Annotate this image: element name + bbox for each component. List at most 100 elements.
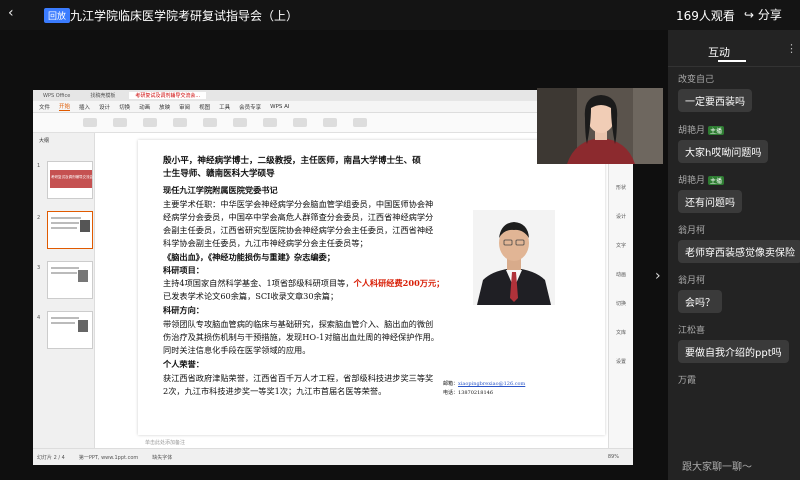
right-tool: 设计: [615, 214, 626, 220]
slide-thumb-4: [47, 311, 93, 349]
slide-text: 个人荣誉：: [163, 359, 204, 369]
more-icon[interactable]: ⋮: [786, 42, 797, 55]
slide-thumb-3: [47, 261, 93, 299]
toolbar-icon: [113, 118, 127, 127]
slide-text: 主要学术任职：中华医学会神经病学分会脑血管学组委员，中国医师协会神: [163, 199, 434, 209]
current-slide: 殷小平，神经病学博士，二级教授，主任医师，南昌大学博士生、硕 士生导师、赣南医科…: [138, 140, 605, 435]
wps-tab-active: 考研复试及调剂辅导交流会...: [129, 92, 207, 99]
slide-text: 带领团队专攻脑血管病的临床与基础研究，探索脑血管介入、脑出血的微创: [163, 319, 434, 329]
chat-message: 要做自我介绍的ppt吗: [678, 340, 789, 363]
expand-panel-arrow-icon[interactable]: ›: [655, 268, 661, 284]
slide-text: 已发表学术论文60余篇，SCI收录文章30余篇；: [163, 291, 339, 301]
page-title: 九江学院临床医学院考研复试指导会（上）: [70, 9, 299, 23]
toolbar-icon: [293, 118, 307, 127]
thumb-line: [51, 267, 79, 269]
slide-text-part: 主持4项国家自然科学基金、1项省部级科研项目等，: [163, 278, 354, 288]
right-tool: 文库: [615, 330, 626, 336]
wps-menu-item: 设计: [99, 104, 111, 111]
tab-interaction[interactable]: 互动: [708, 44, 730, 60]
right-tool: 切换: [615, 301, 626, 307]
slide-text: 获江西省政府津贴荣誉，江西省百千万人才工程，省部级科技进步奖三等奖: [163, 373, 434, 383]
chat-username: 翁月柯: [678, 276, 706, 286]
top-bar: ‹ 回放 九江学院临床医学院考研复试指导会（上） 169人观看 ↪ 分享: [0, 0, 800, 30]
wps-menu-item: 会员专享: [239, 104, 262, 111]
chat-input[interactable]: 跟大家聊一聊～: [682, 458, 752, 473]
chat-username-text: 胡艳月: [678, 126, 706, 136]
thumb-photo: [80, 220, 90, 232]
toolbar-icon: [233, 118, 247, 127]
share-button[interactable]: ↪ 分享: [744, 6, 782, 23]
interaction-panel: 互动 ⋮ 改变自己 一定要西装吗 胡艳月 主播 大家h哎呦问题吗 胡艳月 主播 还有…: [668, 30, 800, 480]
wps-menu-item: 视图: [199, 104, 211, 111]
back-arrow-icon[interactable]: ‹: [8, 5, 14, 21]
slide-thumb-1: 考研复试及调剂辅导交流会: [47, 161, 93, 199]
chat-username: 万霞: [678, 376, 697, 386]
slide-text: 士生导师、赣南医科大学硕导: [163, 169, 275, 179]
slide-text: 现任九江学院附属医院党委书记: [163, 185, 278, 195]
wps-menu-item: 插入: [79, 104, 91, 111]
slide-thumb-2: [47, 211, 93, 249]
host-badge: 主播: [708, 176, 725, 185]
status-slide-count: 幻灯片 2 / 4: [37, 454, 65, 461]
toolbar-icon: [83, 118, 97, 127]
contact-phone: 电话：13870218146: [443, 389, 493, 396]
slide-text: 科研项目：: [163, 265, 204, 275]
wps-menu-item: 切换: [119, 104, 131, 111]
slide-text: 会副主任委员，江西省研究型医院协会神经病学分会主任委员，江西省神经: [163, 225, 434, 235]
email-label: 邮箱：: [443, 381, 459, 387]
host-badge: 主播: [708, 126, 725, 135]
wps-tab: WPS Office: [43, 92, 71, 99]
chat-username: 胡艳月 主播: [678, 123, 725, 136]
toolbar-icon: [203, 118, 217, 127]
chat-message: 老师穿西装感觉像卖保险: [678, 240, 800, 263]
right-tool: 设置: [615, 359, 626, 365]
chat-username: 改变自己: [678, 75, 715, 85]
wps-menu-item: 开始: [59, 104, 71, 111]
share-label: 分享: [757, 8, 782, 22]
wps-menu-item: 文件: [39, 104, 51, 111]
presenter-webcam: [537, 88, 663, 164]
slide-text: 同时关注信息化手段在医学领域的应用。: [163, 345, 311, 355]
status-theme: 第一PPT, www.1ppt.com: [78, 454, 139, 461]
chat-message: 大家h哎呦问题吗: [678, 140, 769, 163]
thumb-photo: [78, 320, 88, 332]
wps-menu-item: 放映: [159, 104, 171, 111]
email-link: xiaopingbrexiao@126.com: [458, 381, 526, 387]
wps-tab: 找稿壳模板: [90, 93, 116, 99]
chat-username-text: 胡艳月: [678, 176, 706, 186]
chat-username: 胡艳月 主播: [678, 173, 725, 186]
thumb-number: 1: [37, 163, 41, 169]
toolbar-icon: [143, 118, 157, 127]
slide-text: 殷小平，神经病学博士，二级教授，主任医师，南昌大学博士生、硕: [163, 156, 421, 166]
toolbar-icon: [323, 118, 337, 127]
thumb-number: 2: [37, 215, 41, 221]
thumb-line: [51, 322, 75, 324]
phone-label: 电话：: [443, 390, 459, 396]
share-icon: ↪: [744, 8, 755, 22]
thumb-number: 3: [37, 265, 41, 271]
chat-message: 一定要西装吗: [678, 89, 752, 112]
wps-statusbar: 幻灯片 2 / 4 第一PPT, www.1ppt.com 缺失字体 89%: [33, 448, 633, 465]
right-tool: 动画: [615, 272, 626, 278]
thumb-photo: [78, 270, 88, 282]
toolbar-icon: [263, 118, 277, 127]
slide-text: 主持4项国家自然科学基金、1项省部级科研项目等，个人科研经费200万元；: [163, 277, 444, 289]
slide-text: 《脑出血》，《神经功能损伤与重建》杂志编委；: [163, 252, 335, 262]
wps-menu-item: 审阅: [179, 104, 191, 111]
notes-area: 单击此处添加备注: [145, 440, 186, 446]
viewer-count: 169人观看: [676, 9, 735, 23]
thumb-line: [51, 272, 77, 274]
speaker-photo: [473, 210, 555, 305]
slide-text: 2次，九江市科技进步奖一等奖1次；九江市首届名医等荣誉。: [163, 386, 387, 396]
thumb-number: 4: [37, 315, 41, 321]
wps-menu-item: WPS AI: [270, 103, 290, 110]
slide-text: 科学协会副主任委员，九江市神经病学分会主任委员等；: [163, 238, 368, 248]
chat-message: 还有问题吗: [678, 190, 742, 213]
toolbar-icon: [173, 118, 187, 127]
thumb-line: [51, 317, 79, 319]
slide-thumbnails: 大纲 1 考研复试及调剂辅导交流会 2 3 4: [33, 133, 95, 448]
slide-text: 科研方向：: [163, 305, 204, 315]
chat-message: 会吗？: [678, 290, 722, 313]
panel-divider: [668, 66, 800, 67]
toolbar-icon: [353, 118, 367, 127]
